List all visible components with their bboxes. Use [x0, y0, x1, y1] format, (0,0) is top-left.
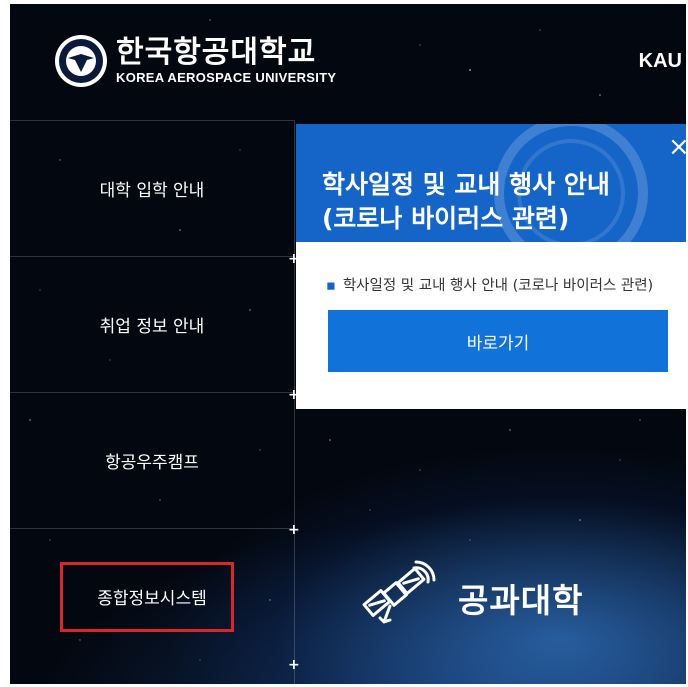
close-icon[interactable]: × [668, 134, 688, 160]
highlight-annotation [60, 562, 234, 632]
university-seal-icon [55, 35, 107, 87]
satellite-icon [362, 560, 436, 624]
popup-title-line1: 학사일정 및 교내 행사 안내 [322, 170, 610, 199]
popup-notice-item[interactable]: ▪ 학사일정 및 교내 행사 안내 (코로나 바이러스 관련) [326, 274, 653, 295]
sidebar-item-label: 취업 정보 안내 [99, 317, 205, 337]
left-frame-edge [0, 0, 10, 687]
logo-korean-name: 한국항공대학교 [116, 35, 317, 70]
go-button[interactable]: 바로가기 [328, 310, 668, 372]
logo-english-name: KOREA AEROSPACE UNIVERSITY [116, 70, 337, 85]
popup-title-line2: (코로나 바이러스 관련) [322, 204, 570, 233]
popup-header: 학사일정 및 교내 행사 안내 (코로나 바이러스 관련) × [296, 124, 688, 242]
sidebar-item-employment[interactable]: 취업 정보 안내 [10, 256, 294, 392]
bullet-icon: ▪ [326, 278, 336, 294]
college-label: 공과대학 [458, 581, 584, 620]
sidebar-item-label: 대학 입학 안내 [99, 181, 205, 201]
site-header: 한국항공대학교 KOREA AEROSPACE UNIVERSITY KAU [10, 4, 686, 120]
sidebar-item-aerospace-camp[interactable]: 항공우주캠프 [10, 392, 294, 528]
plus-icon: + [288, 657, 300, 673]
page-frame: 한국항공대학교 KOREA AEROSPACE UNIVERSITY KAU 대… [0, 0, 688, 687]
popup-title: 학사일정 및 교내 행사 안내 (코로나 바이러스 관련) [322, 168, 610, 236]
popup-notice-text: 학사일정 및 교내 행사 안내 (코로나 바이러스 관련) [342, 278, 654, 294]
notice-popup: 학사일정 및 교내 행사 안내 (코로나 바이러스 관련) × ▪ 학사일정 및 … [296, 124, 688, 409]
college-banner[interactable]: 공과대학 [360, 560, 583, 636]
kau-nav-link[interactable]: KAU [639, 50, 682, 73]
sidebar-item-admission[interactable]: 대학 입학 안내 [10, 120, 294, 256]
top-frame-edge [0, 0, 688, 4]
sidebar-divider [294, 120, 295, 687]
university-logo[interactable]: 한국항공대학교 KOREA AEROSPACE UNIVERSITY [54, 34, 336, 88]
sidebar-item-label: 항공우주캠프 [105, 453, 199, 473]
plus-icon: + [288, 522, 300, 538]
